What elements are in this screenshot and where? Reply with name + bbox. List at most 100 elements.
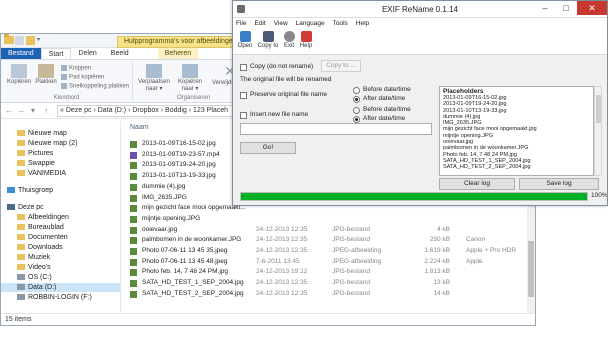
nav-item[interactable]: Downloads (1, 243, 63, 252)
navigation-pane: Nieuwe map Nieuwe map (2) Pictures Swappie V… (1, 121, 121, 315)
clear-log-button[interactable]: Clear log (439, 178, 515, 190)
nav-item[interactable]: Video's (1, 263, 51, 272)
properties-icon[interactable] (15, 36, 24, 45)
context-tab-picture-tools[interactable]: Hulpprogramma's voor afbeeldingen (117, 36, 244, 48)
minimize-icon[interactable]: – (535, 1, 555, 15)
file-row[interactable]: mijntje opening.JPG (126, 214, 526, 224)
preserve-after-radio[interactable] (353, 96, 360, 103)
scrollbar-thumb[interactable] (596, 95, 601, 123)
progress-bar (240, 192, 588, 201)
copy-path-button[interactable]: Pad kopiëren (61, 74, 104, 81)
scrollbar-thumb[interactable] (528, 241, 534, 297)
maximize-icon[interactable]: □ (556, 1, 576, 15)
image-file-icon (130, 280, 137, 288)
nav-item[interactable]: Nieuwe map (1, 129, 67, 138)
nav-item[interactable]: Deze pc (1, 203, 44, 212)
copy-to-toolbar-label: Copy to (257, 43, 279, 49)
image-file-icon (130, 226, 137, 234)
copy-icon (262, 31, 274, 42)
nav-item[interactable]: Bureaublad (1, 223, 64, 232)
insert-before-radio[interactable] (353, 107, 360, 114)
menu-help[interactable]: Help (356, 18, 369, 29)
paste-button[interactable]: Plakken (32, 64, 60, 85)
nav-item[interactable]: Afbeeldingen (1, 213, 69, 222)
tab-home[interactable]: Start (40, 48, 72, 59)
file-name: IMG_2635.JPG (142, 193, 187, 201)
go-button[interactable]: Go! (240, 142, 296, 154)
chevron-down-icon[interactable]: ▾ (37, 36, 46, 45)
image-file-icon (130, 269, 137, 277)
placeholder-line: SATA_HD_TEST_2_SEP_2004.jpg (443, 164, 531, 171)
image-file-icon (130, 290, 137, 298)
nav-item[interactable]: Nieuwe map (2) (1, 139, 77, 148)
file-row[interactable]: SATA_HD_TEST_1_SEP_2004.jpg 24-12-2013 12… (126, 278, 526, 288)
file-name: Photo 07-06-11 13 45 48.jpeg (142, 257, 228, 265)
copy-no-rename-checkbox[interactable] (240, 64, 247, 71)
nav-item[interactable]: Swappie (1, 159, 55, 168)
copy-to-icon (182, 64, 198, 78)
tab-view[interactable]: Beeld (104, 48, 136, 59)
nav-item-label: Data (D:) (28, 284, 57, 291)
nav-item[interactable]: Muziek (1, 253, 50, 262)
toolbar: Open Copy to Exit Help (233, 29, 607, 55)
forward-arrow-icon[interactable]: → (16, 106, 26, 116)
tab-share[interactable]: Delen (71, 48, 103, 59)
nav-item[interactable]: Thuisgroep (1, 186, 53, 195)
file-row[interactable]: Photo 07-06-11 13 45 35.jpeg 24-12-2013 1… (126, 246, 526, 256)
image-file-icon (130, 258, 137, 266)
preserve-before-radio[interactable] (353, 87, 360, 94)
file-type: JPG-bestand (332, 289, 370, 297)
tab-file[interactable]: Bestand (1, 48, 41, 59)
nav-item[interactable]: ROBBIN-LOGIN (F:) (1, 293, 92, 302)
column-header-name[interactable]: Naam (130, 124, 149, 131)
open-button[interactable]: Open (236, 31, 254, 49)
save-log-button[interactable]: Save log (519, 178, 599, 190)
menu-language[interactable]: Language (296, 18, 325, 29)
nav-item[interactable]: Data (D:) (1, 283, 120, 292)
exit-button[interactable]: Exit (282, 31, 296, 49)
placeholders-scrollbar[interactable] (594, 86, 602, 176)
nav-item[interactable]: Documenten (1, 233, 68, 242)
nav-item-label: ROBBIN-LOGIN (F:) (28, 294, 92, 301)
history-chevron-icon[interactable]: ▾ (28, 106, 38, 116)
copy-button[interactable]: Kopiëren (5, 64, 33, 85)
help-button[interactable]: Help (299, 31, 313, 49)
copy-to-button[interactable]: Kopiëren naar ▾ (172, 64, 208, 92)
tab-manage[interactable]: Beheren (157, 48, 199, 59)
preserve-original-checkbox[interactable] (240, 92, 247, 99)
paste-shortcut-button[interactable]: Snelkoppeling plakken (61, 83, 129, 90)
menu-file[interactable]: File (236, 18, 246, 29)
new-folder-icon[interactable] (26, 36, 35, 45)
file-date: 7-6-2011 13:45 (256, 257, 300, 265)
new-name-input[interactable] (240, 123, 432, 135)
file-size: 14 kB (433, 289, 450, 297)
up-arrow-icon[interactable]: ↑ (41, 106, 51, 116)
breadcrumb[interactable]: « Deze pc › Data (D:) › Dropbox › Boddig… (57, 105, 252, 117)
back-arrow-icon[interactable]: ← (4, 106, 14, 116)
nav-item[interactable]: Pictures (1, 149, 53, 158)
placeholders-log[interactable]: Placeholders 2013-01-09T16-15-02.jpg 2013… (439, 86, 594, 176)
file-size: 2.224 kB (424, 257, 450, 265)
menu-tools[interactable]: Tools (333, 18, 348, 29)
file-row[interactable]: SATA_HD_TEST_2_SEP_2004.jpg 24-12-2013 12… (126, 289, 526, 299)
folder-icon (17, 264, 25, 270)
copy-label: Kopiëren (6, 79, 32, 85)
copy-to-toolbar-button[interactable]: Copy to (257, 31, 279, 49)
insert-after-radio[interactable] (353, 116, 360, 123)
nav-item[interactable]: OS (C:) (1, 273, 52, 282)
move-to-button[interactable]: Verplaatsen naar ▾ (136, 64, 172, 92)
file-type: JPG-bestand (332, 268, 370, 276)
menu-edit[interactable]: Edit (254, 18, 265, 29)
insert-new-name-checkbox[interactable] (240, 112, 247, 119)
folder-icon (17, 244, 25, 250)
file-row[interactable]: Photo 07-06-11 13 45 48.jpeg 7-6-2011 13:… (126, 257, 526, 267)
nav-item[interactable]: VANIMEDIA (1, 169, 66, 178)
file-row[interactable]: Photo feb. 14, 7 48 24 PM.jpg 24-12-2013 … (126, 267, 526, 277)
cut-button[interactable]: Knippen (61, 65, 91, 72)
close-icon[interactable]: ✕ (577, 1, 607, 15)
copy-to-dialog-button[interactable]: Copy to ... (321, 60, 361, 72)
menu-view[interactable]: View (274, 18, 288, 29)
image-file-icon (130, 173, 137, 181)
file-row[interactable]: palmbomen in de woonkamer.JPG 24-12-2013 … (126, 235, 526, 245)
file-row[interactable]: ooievaar.jpg 24-12-2013 12:35 JPG-bestand 4… (126, 225, 526, 235)
